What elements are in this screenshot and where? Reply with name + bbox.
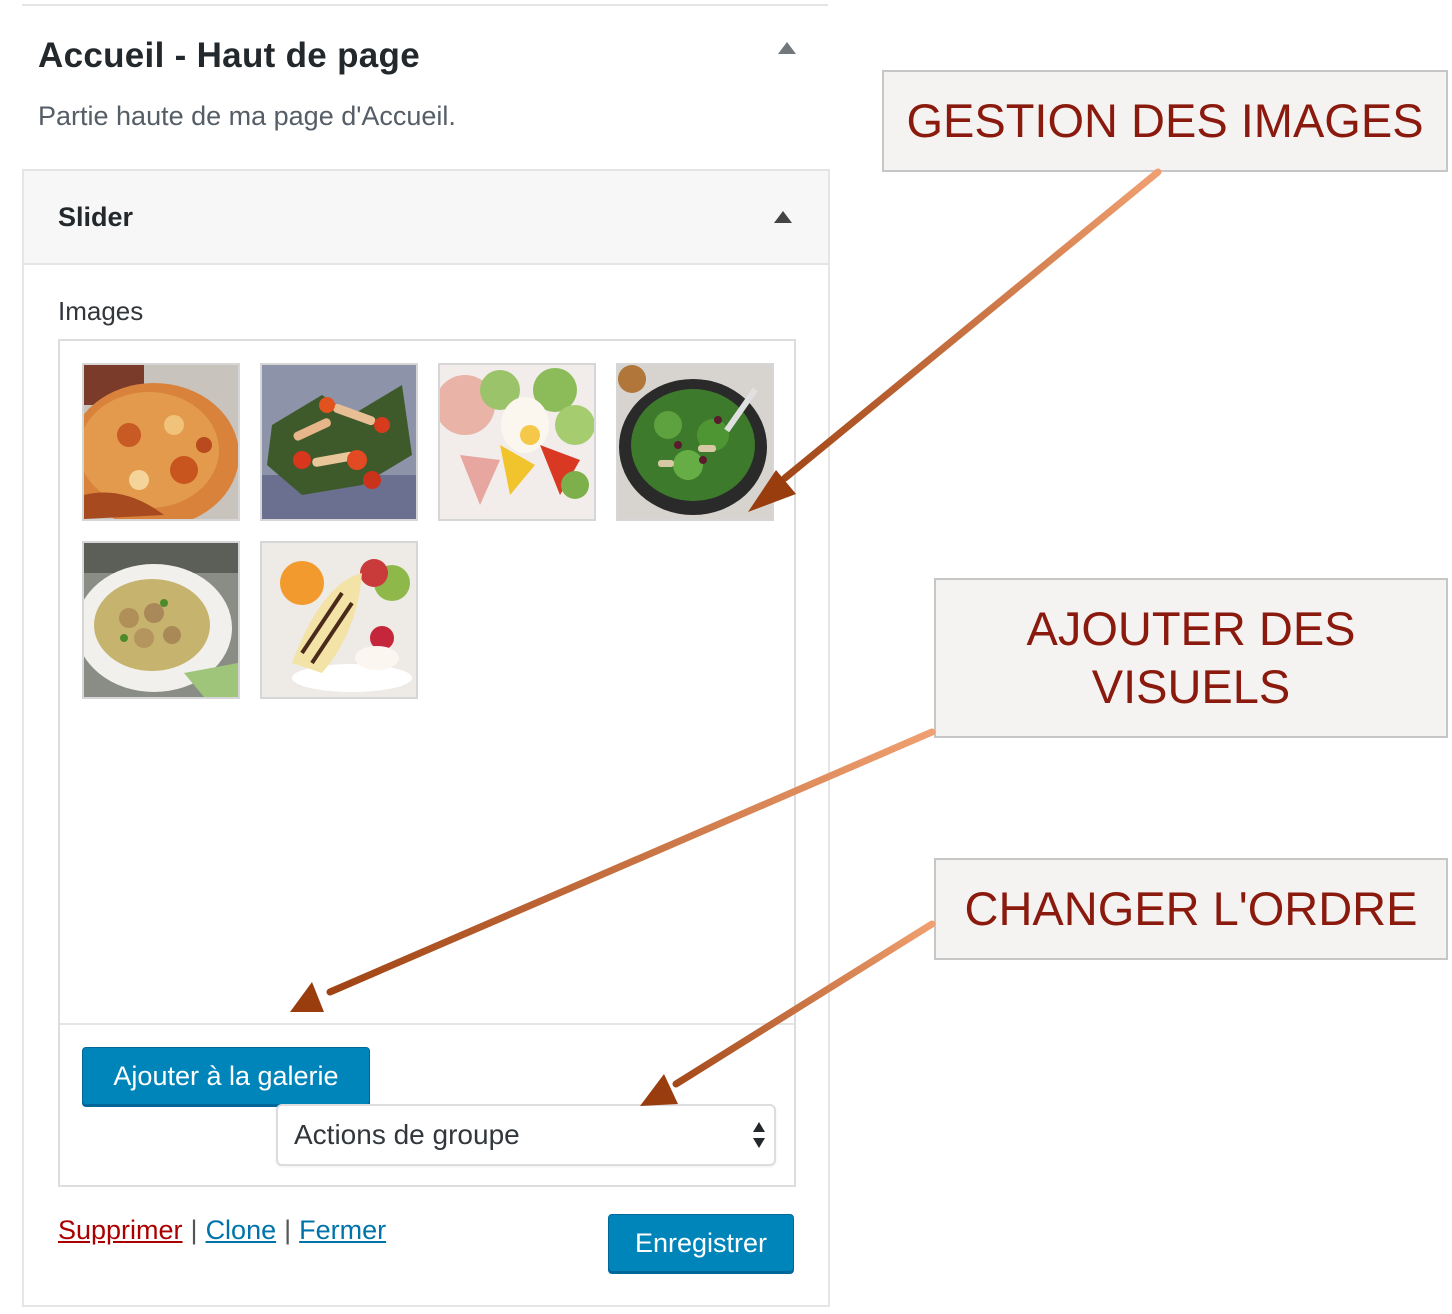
egg-salad-image <box>440 365 594 519</box>
gallery-thumbnails-area <box>60 341 794 1025</box>
save-button[interactable]: Enregistrer <box>608 1214 794 1272</box>
slider-panel-title: Slider <box>58 202 134 232</box>
dessert-image <box>262 543 416 697</box>
widget-title: Accueil - Haut de page <box>38 36 420 75</box>
gallery-thumbnail-green-salad[interactable] <box>616 363 774 521</box>
top-divider <box>22 4 828 6</box>
panel-collapse-arrow-icon[interactable] <box>774 211 792 223</box>
callout-add-visuals-line1: AJOUTER DES <box>1026 602 1356 655</box>
clone-link[interactable]: Clone <box>206 1215 277 1245</box>
gallery-thumbnail-egg-salad[interactable] <box>438 363 596 521</box>
delete-link[interactable]: Supprimer <box>58 1215 183 1245</box>
soup-image <box>84 543 238 697</box>
image-gallery: Ajouter à la galerie Actions de groupe <box>58 339 796 1187</box>
add-to-gallery-button[interactable]: Ajouter à la galerie <box>82 1047 370 1105</box>
widget-collapse-arrow-icon[interactable] <box>778 42 796 54</box>
gallery-thumbnail-vegetables[interactable] <box>260 363 418 521</box>
slider-panel: Slider Images Ajouter à la galerie Actio… <box>22 169 830 1307</box>
callout-manage-images: GESTION DES IMAGES <box>882 70 1448 172</box>
widget-action-links: Supprimer | Clone | Fermer <box>58 1215 386 1246</box>
widget-description: Partie haute de ma page d'Accueil. <box>38 101 456 131</box>
close-link[interactable]: Fermer <box>299 1215 386 1245</box>
callout-change-order-text: CHANGER L'ORDRE <box>964 882 1418 935</box>
gallery-thumbnail-soup[interactable] <box>82 541 240 699</box>
callout-add-visuals: AJOUTER DES VISUELS <box>934 578 1448 738</box>
callout-manage-images-text: GESTION DES IMAGES <box>906 94 1424 147</box>
bulk-actions-select[interactable]: Actions de groupe <box>276 1104 776 1166</box>
select-updown-arrows-icon <box>753 1122 765 1148</box>
link-separator: | <box>284 1215 292 1245</box>
images-field-label: Images <box>58 296 144 326</box>
callout-add-visuals-line2: VISUELS <box>1091 660 1291 713</box>
slider-panel-header[interactable]: Slider <box>24 171 828 265</box>
gallery-thumbnail-dessert[interactable] <box>260 541 418 699</box>
callout-change-order: CHANGER L'ORDRE <box>934 858 1448 960</box>
pizza-image <box>84 365 238 519</box>
vegetables-image <box>262 365 416 519</box>
link-separator: | <box>190 1215 198 1245</box>
bulk-actions-selected-value: Actions de groupe <box>294 1119 520 1150</box>
green-salad-image <box>618 365 772 519</box>
gallery-thumbnail-pizza[interactable] <box>82 363 240 521</box>
